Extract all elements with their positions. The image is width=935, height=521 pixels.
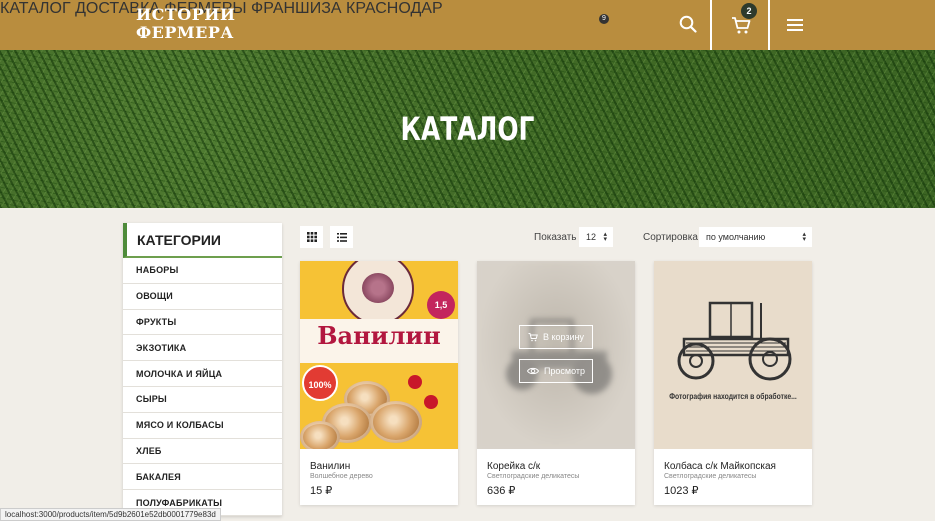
sort-select[interactable]: по умолчанию ▴ ▾ [699, 227, 812, 247]
sidebar-title: КАТЕГОРИИ [123, 223, 282, 258]
category-sidebar: КАТЕГОРИИ НАБОРЫ ОВОЩИ ФРУКТЫ ЭКЗОТИКА М… [123, 223, 282, 516]
raspberry-image [424, 395, 438, 409]
logo-line-1: ИСТОРИИ [136, 5, 236, 24]
weight-badge: 1,5 [427, 291, 455, 319]
page-title: КАТАЛОГ [400, 110, 535, 148]
category-item[interactable]: ОВОЩИ [123, 284, 282, 310]
raspberry-image [408, 375, 422, 389]
category-item[interactable]: ЭКЗОТИКА [123, 335, 282, 362]
header-divider [710, 0, 712, 50]
product-card[interactable]: В корзину Просмотр Корейка с/к Светлогра… [477, 261, 635, 505]
product-name[interactable]: Корейка с/к [487, 461, 540, 472]
product-maker: Волшебное дерево [310, 473, 373, 480]
category-item[interactable]: МОЛОЧКА И ЯЙЦА [123, 361, 282, 387]
search-icon[interactable] [679, 15, 697, 33]
bun-image [370, 401, 422, 443]
nav-catalog[interactable]: КАТАЛОГ [0, 0, 71, 17]
show-count-value: 12 [586, 232, 597, 242]
list-icon [336, 232, 347, 242]
show-count-select[interactable]: 12 ▴ ▾ [579, 227, 613, 247]
product-card[interactable]: Фотография находится в обработке... Колб… [654, 261, 812, 505]
package-title: Ванилин [317, 321, 441, 350]
category-item[interactable]: ФРУКТЫ [123, 310, 282, 336]
product-image[interactable]: В корзину Просмотр [477, 261, 635, 449]
sort-label: Сортировка [643, 232, 698, 243]
nav-city[interactable]: КРАСНОДАР [346, 0, 443, 17]
cart-count-badge: 2 [741, 3, 757, 19]
category-item[interactable]: СЫРЫ [123, 387, 282, 413]
grid-view-button[interactable] [300, 226, 323, 248]
sort-arrows-icon: ▴ ▾ [802, 231, 806, 243]
bun-image [300, 421, 340, 449]
image-placeholder-caption: Фотография находится в обработке... [669, 392, 797, 401]
nav-franchise[interactable]: ФРАНШИЗА [251, 0, 342, 17]
show-count-label: Показать [534, 232, 577, 243]
logo[interactable]: ИСТОРИИ ФЕРМЕРА [136, 5, 236, 44]
cart-icon [528, 333, 538, 342]
list-view-button[interactable] [330, 226, 353, 248]
add-to-cart-button[interactable]: В корзину [519, 325, 593, 349]
product-price: 1023 ₽ [664, 485, 699, 497]
tractor-icon [677, 301, 792, 381]
category-item[interactable]: НАБОРЫ [123, 258, 282, 284]
sort-arrows-icon: ▴ ▾ [603, 231, 607, 243]
logo-line-2: ФЕРМЕРА [136, 23, 234, 42]
tree-icon [362, 273, 394, 303]
product-card[interactable]: 1,5 Ванилин 100% Ванилин Волшебное дерев… [300, 261, 458, 505]
product-maker: Светлоградские деликатесы [664, 473, 757, 480]
category-item[interactable]: МЯСО И КОЛБАСЫ [123, 413, 282, 439]
grid-icon [306, 232, 317, 242]
quick-view-label: Просмотр [543, 366, 586, 376]
quality-stamp: 100% [302, 365, 338, 401]
product-image[interactable]: Фотография находится в обработке... [654, 261, 812, 449]
quick-view-button[interactable]: Просмотр [519, 359, 593, 383]
product-image[interactable]: 1,5 Ванилин 100% [300, 261, 458, 449]
eye-icon [526, 367, 539, 375]
category-item[interactable]: БАКАЛЕЯ [123, 464, 282, 491]
add-to-cart-label: В корзину [542, 332, 585, 342]
sort-value: по умолчанию [706, 232, 766, 242]
city-badge: 9 [599, 14, 609, 24]
product-name[interactable]: Ванилин [310, 461, 350, 472]
product-maker: Светлоградские деликатесы [487, 473, 580, 480]
header: ИСТОРИИ ФЕРМЕРА КАТАЛОГ ДОСТАВКА ФЕРМЕРЫ… [0, 0, 935, 50]
header-divider [768, 0, 770, 50]
product-price: 636 ₽ [487, 485, 516, 497]
hero-banner: КАТАЛОГ [0, 50, 935, 208]
product-name[interactable]: Колбаса с/к Майкопская [664, 461, 776, 472]
browser-status-url: localhost:3000/products/item/5d9b2601e52… [0, 508, 221, 521]
hamburger-menu-icon[interactable] [787, 19, 803, 31]
product-price: 15 ₽ [310, 485, 333, 497]
category-item[interactable]: ХЛЕБ [123, 439, 282, 465]
